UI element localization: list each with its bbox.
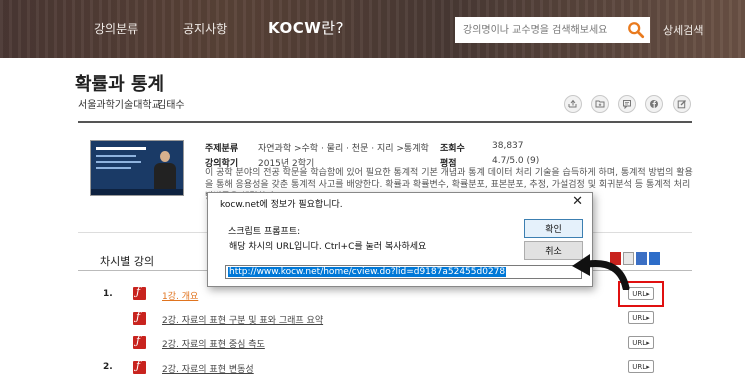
curved-arrow-icon: [572, 254, 630, 290]
dialog-message: 해당 차시의 URL입니다. Ctrl+C를 눌러 복사하세요: [229, 242, 427, 252]
edit-icon[interactable]: [673, 95, 691, 113]
facebook-icon[interactable]: [645, 95, 663, 113]
thumbnail-slide-line: [96, 167, 131, 169]
lecture-row-link[interactable]: 2강. 자료의 표현 변동성: [162, 362, 254, 375]
logo-suffix-text: 란?: [321, 19, 345, 37]
url-text-field[interactable]: http://www.kocw.net/home/cview.do?lid=d9…: [225, 265, 582, 279]
folder-add-icon[interactable]: [591, 95, 609, 113]
audio-format-icon[interactable]: [636, 252, 647, 265]
subject-value: 자연과학 >수학 · 물리 · 천문 · 지리 >통계학: [258, 144, 429, 154]
thumbnail-lecturer-head: [160, 151, 170, 162]
comment-icon[interactable]: [618, 95, 636, 113]
header-divider: [78, 121, 692, 123]
url-button-label: URL: [632, 362, 647, 371]
close-icon[interactable]: ✕: [572, 194, 583, 209]
thumbnail-slide-line: [96, 155, 136, 157]
share-icon[interactable]: [564, 95, 582, 113]
views-label: 조회수: [440, 144, 465, 154]
lecture-row-link[interactable]: 2강. 자료의 표현 구분 및 표와 그래프 요약: [162, 313, 323, 326]
lecture-row-link[interactable]: 1강. 개요: [162, 289, 198, 302]
url-button-label: URL: [632, 313, 647, 322]
section-title: 차시별 강의: [100, 255, 155, 268]
subject-label: 주제분류: [205, 144, 239, 154]
url-button-label: URL: [632, 338, 647, 347]
dialog-caption: 스크립트 프롬프트:: [228, 227, 301, 237]
search-input[interactable]: [455, 17, 625, 43]
thumbnail-slide-line: [96, 161, 141, 163]
thumbnail-slide-title: [96, 147, 146, 150]
rating-value: 4.7/5.0 (9): [492, 156, 540, 166]
url-button[interactable]: URL ▸: [628, 311, 654, 324]
ax-format-icon[interactable]: [649, 252, 660, 265]
thumbnail-desk: [91, 189, 183, 195]
dialog-title: kocw.net에 정보가 필요합니다.: [220, 200, 343, 210]
nav-item-categories[interactable]: 강의분류: [94, 20, 138, 37]
advanced-search-link[interactable]: 상세검색: [663, 22, 703, 38]
flash-icon[interactable]: [133, 334, 146, 349]
url-selected-text: http://www.kocw.net/home/cview.do?lid=d9…: [228, 267, 507, 277]
flash-icon[interactable]: [133, 285, 146, 300]
lecture-thumbnail[interactable]: [90, 140, 184, 196]
flash-icon[interactable]: [133, 359, 146, 374]
lecture-row-link[interactable]: 2강. 자료의 표현 중심 측도: [162, 337, 265, 350]
url-button[interactable]: URL ▸: [628, 360, 654, 373]
lecture-university[interactable]: 서울과학기술대학교: [78, 96, 161, 111]
search-icon[interactable]: [627, 21, 645, 39]
search-box: [455, 17, 650, 43]
lecture-professor[interactable]: 김태수: [157, 96, 185, 111]
ok-button[interactable]: 확인: [524, 219, 583, 238]
flash-icon[interactable]: [133, 310, 146, 325]
lecture-title: 확률과 통계: [75, 74, 165, 95]
kocw-logo[interactable]: KOCW란?: [268, 17, 344, 38]
row-number: 2.: [103, 362, 113, 372]
nav-item-notices[interactable]: 공지사항: [183, 20, 227, 37]
url-button[interactable]: URL ▸: [628, 336, 654, 349]
views-value: 38,837: [492, 141, 524, 151]
logo-main-text: KOCW: [268, 19, 322, 37]
row-number: 1.: [103, 289, 113, 299]
